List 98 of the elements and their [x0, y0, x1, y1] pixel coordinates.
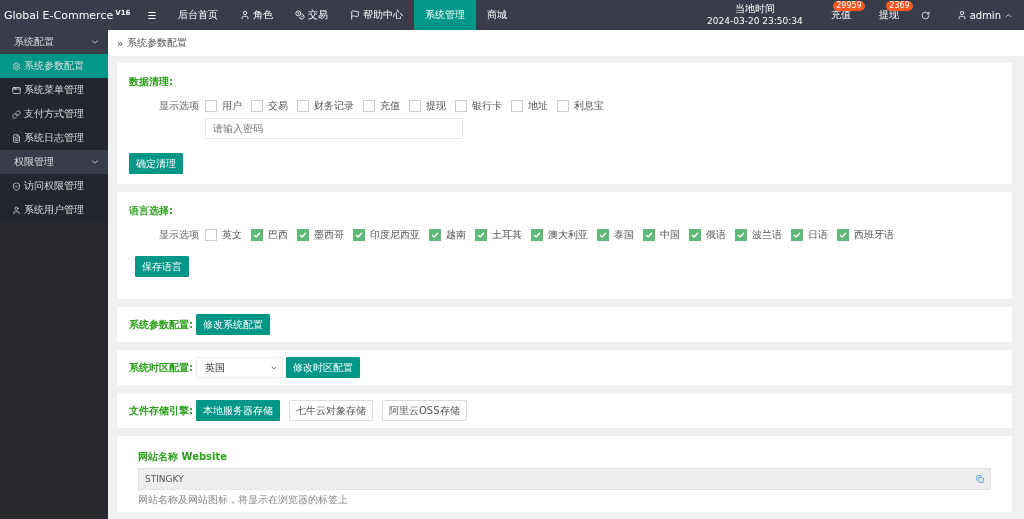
- checkbox[interactable]: [429, 229, 441, 241]
- link-icon: [12, 109, 21, 119]
- checkbox-label: 泰国: [614, 228, 634, 242]
- options-label: 显示选项: [159, 228, 199, 242]
- checkbox[interactable]: [475, 229, 487, 241]
- checkbox[interactable]: [251, 229, 263, 241]
- checkbox[interactable]: [205, 229, 217, 241]
- checkbox[interactable]: [597, 229, 609, 241]
- nav-tab[interactable]: 交易: [284, 0, 340, 30]
- checkbox-label: 波兰语: [752, 228, 782, 242]
- checkbox[interactable]: [511, 100, 523, 112]
- timezone-select[interactable]: 英国: [196, 357, 283, 378]
- document-icon: [12, 133, 21, 143]
- checkbox-label: 日语: [808, 228, 828, 242]
- checkbox[interactable]: [455, 100, 467, 112]
- section-title: 数据清理:: [129, 75, 174, 89]
- checkbox-label: 利息宝: [574, 99, 604, 113]
- field-label: 网站名称 Website: [138, 450, 229, 464]
- section-title: 语言选择:: [129, 204, 174, 218]
- checkbox-label: 英文: [222, 228, 242, 242]
- confirm-button[interactable]: 确定清理: [129, 153, 183, 174]
- shield-icon: [12, 181, 21, 191]
- checkbox[interactable]: [643, 229, 655, 241]
- field-hint: 网站名称及网站图标，将显示在浏览器的标签上: [138, 493, 349, 507]
- checkbox-label: 用户: [222, 99, 242, 113]
- checkbox[interactable]: [791, 229, 803, 241]
- coins-icon: [295, 10, 306, 20]
- sidebar-item[interactable]: 系统菜单管理: [0, 78, 108, 102]
- checkbox[interactable]: [363, 100, 375, 112]
- sidebar-group[interactable]: 权限管理: [0, 150, 108, 174]
- checkbox-label: 土耳其: [492, 228, 522, 242]
- counter-link[interactable]: 充值 29959: [816, 0, 865, 30]
- checkbox-label: 交易: [268, 99, 288, 113]
- nav-tab[interactable]: 后台首页: [167, 0, 230, 30]
- section-title: 文件存储引擎:: [129, 403, 193, 418]
- website-name-field[interactable]: STINGKY: [138, 468, 991, 490]
- nav-tab[interactable]: 系统管理: [414, 0, 477, 30]
- checkbox-label: 中国: [660, 228, 680, 242]
- user-icon: [956, 10, 967, 20]
- checkbox-label: 地址: [528, 99, 548, 113]
- gear-icon: [12, 61, 21, 71]
- save-button[interactable]: 保存语言: [135, 256, 189, 277]
- checkbox[interactable]: [735, 229, 747, 241]
- sidebar-item[interactable]: 系统用户管理: [0, 198, 108, 222]
- breadcrumb[interactable]: 系统参数配置: [127, 36, 188, 50]
- checkbox-label: 西班牙语: [854, 228, 894, 242]
- option-button[interactable]: 修改系统配置: [196, 314, 270, 335]
- nav-tab[interactable]: 帮助中心: [339, 0, 415, 30]
- time-label: 当地时间: [734, 3, 775, 15]
- refresh-icon[interactable]: [920, 10, 930, 20]
- option-button[interactable]: 阿里云OSS存储: [382, 400, 467, 421]
- caret-icon: [90, 157, 100, 167]
- checkbox-label: 印度尼西亚: [370, 228, 420, 242]
- nav-tab[interactable]: 商城: [476, 0, 519, 30]
- brand-name: Global E-Commerce: [4, 8, 114, 22]
- user-icon: [12, 205, 21, 215]
- checkbox[interactable]: [297, 229, 309, 241]
- user-icon: [240, 10, 251, 20]
- breadcrumb-separator: »: [117, 37, 124, 49]
- checkbox[interactable]: [837, 229, 849, 241]
- count-badge: 29959: [833, 1, 865, 11]
- checkbox[interactable]: [557, 100, 569, 112]
- caret-icon: [90, 37, 100, 47]
- window-icon: [12, 85, 21, 95]
- nav-tab[interactable]: 角色: [229, 0, 285, 30]
- count-badge: 2369: [886, 1, 913, 11]
- user-menu[interactable]: admin: [945, 0, 1024, 30]
- copy-icon[interactable]: [976, 475, 984, 483]
- checkbox-label: 财务记录: [314, 99, 354, 113]
- checkbox[interactable]: [205, 100, 217, 112]
- sidebar-group[interactable]: 系统配置: [0, 30, 108, 54]
- option-button[interactable]: 本地服务器存储: [196, 400, 280, 421]
- checkbox-label: 充值: [380, 99, 400, 113]
- checkbox-label: 墨西哥: [314, 228, 344, 242]
- option-button[interactable]: 修改时区配置: [286, 357, 360, 378]
- options-label: 显示选项: [159, 99, 199, 113]
- sidebar-item[interactable]: 访问权限管理: [0, 174, 108, 198]
- option-button[interactable]: 七牛云对象存储: [289, 400, 373, 421]
- sidebar-item[interactable]: 支付方式管理: [0, 102, 108, 126]
- section-title: 系统参数配置:: [129, 317, 193, 332]
- time-value: 2024-03-20 23:50:34: [707, 15, 803, 27]
- checkbox[interactable]: [531, 229, 543, 241]
- checkbox-label: 银行卡: [472, 99, 502, 113]
- password-field[interactable]: 请输入密码: [205, 118, 463, 139]
- checkbox[interactable]: [353, 229, 365, 241]
- checkbox[interactable]: [689, 229, 701, 241]
- flag-icon: [350, 10, 361, 20]
- checkbox[interactable]: [297, 100, 309, 112]
- checkbox[interactable]: [251, 100, 263, 112]
- section-title: 系统时区配置:: [129, 360, 193, 375]
- checkbox-label: 巴西: [268, 228, 288, 242]
- checkbox-label: 提现: [426, 99, 446, 113]
- sidebar-item[interactable]: 系统日志管理: [0, 126, 108, 150]
- checkbox-label: 俄语: [706, 228, 726, 242]
- checkbox-label: 越南: [446, 228, 466, 242]
- menu-toggle[interactable]: ☰: [136, 0, 168, 30]
- checkbox-label: 澳大利亚: [548, 228, 588, 242]
- checkbox[interactable]: [409, 100, 421, 112]
